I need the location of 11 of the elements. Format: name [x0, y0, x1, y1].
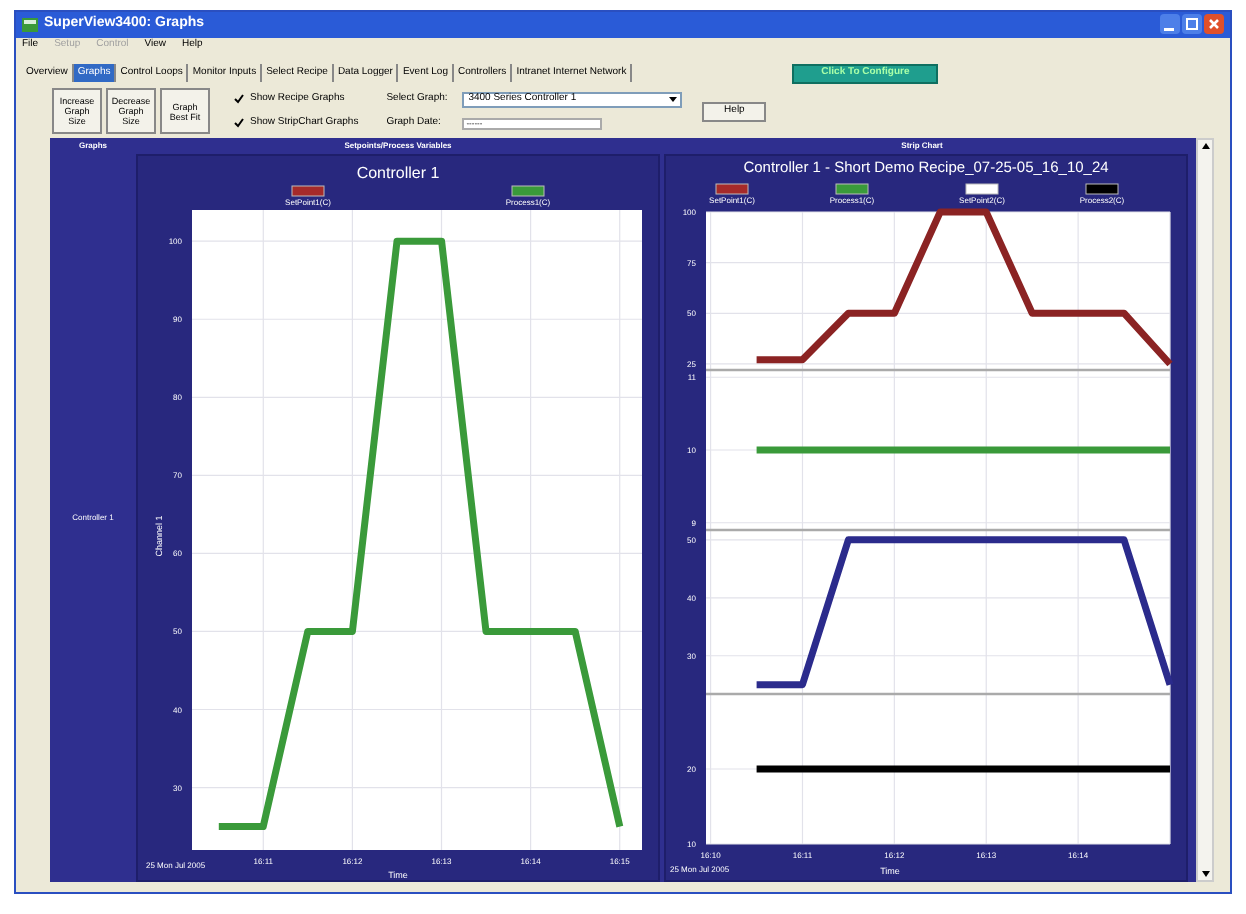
- app-icon: [22, 17, 38, 32]
- scroll-up-icon[interactable]: [1199, 140, 1211, 152]
- minimize-icon[interactable]: [1160, 14, 1180, 35]
- close-icon[interactable]: [1204, 14, 1224, 35]
- checkbox[interactable]: [234, 93, 244, 104]
- caret-icon: [668, 94, 679, 105]
- checkbox[interactable]: [234, 118, 244, 129]
- scrollbar[interactable]: [1196, 138, 1214, 882]
- scroll-down-icon[interactable]: [1199, 868, 1211, 880]
- chart-title: Controller 1: [356, 164, 440, 182]
- maximize-icon[interactable]: [1182, 14, 1202, 35]
